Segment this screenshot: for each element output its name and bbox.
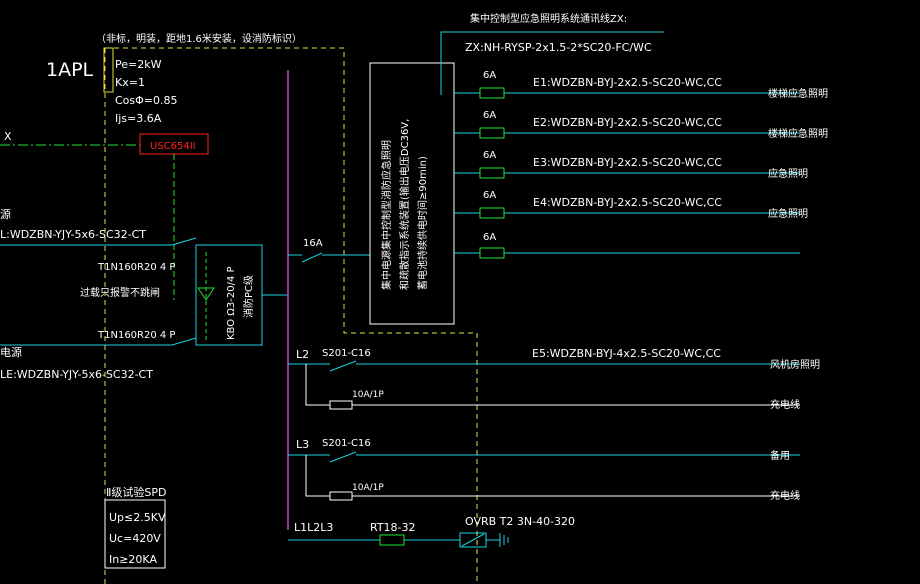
branch-l2-sub-breaker: 10A/1P: [352, 390, 384, 400]
feed2-cable: LE:WDZBN-YJY-5x6-SC32-CT: [0, 368, 153, 381]
panel-name: 1APL: [46, 59, 94, 81]
feed1-breaker: [171, 237, 197, 246]
branch-l3-sub-breaker: 10A/1P: [352, 483, 384, 493]
supply-breaker: [301, 252, 323, 263]
controller-line-2: 和疏散指示系统装置(输出电压DC36V,: [398, 119, 411, 290]
spd-param-in: In≥20KA: [109, 553, 157, 566]
feed2-tail: 电源: [0, 345, 22, 359]
spd-section: Ⅱ级试验SPD Up≤2.5KV Uc=420V In≥20KA L1L2L3 …: [104, 485, 575, 569]
panel-param-ijs: Ijs=3.6A: [115, 112, 162, 125]
spd-fuse-icon: [379, 534, 405, 546]
ats-sub-label: 消防PC级: [242, 275, 255, 318]
distribution-diagram: 1APL （非标，明装，距地1.6米安装，设消防标识） Pe=2kW Kx=1 …: [0, 12, 828, 584]
circuit2-cable: E2:WDZBN-BYJ-2x2.5-SC20-WC,CC: [533, 116, 722, 129]
feed1-cable: L:WDZBN-YJY-5x6-SC32-CT: [0, 228, 146, 241]
schematic-canvas: 1APL （非标，明装，距地1.6米安装，设消防标识） Pe=2kW Kx=1 …: [0, 0, 920, 584]
emergency-circuit-3: 6A E3:WDZBN-BYJ-2x2.5-SC20-WC,CC 应急照明: [454, 150, 808, 180]
emergency-circuit-2: 6A E2:WDZBN-BYJ-2x2.5-SC20-WC,CC 楼梯应急照明: [454, 110, 828, 140]
circuit1-fuse: 6A: [483, 70, 496, 81]
spd-param-uc: Uc=420V: [109, 532, 161, 545]
monitor-module-label: USC654II: [150, 141, 196, 152]
circuit4-cable: E4:WDZBN-BYJ-2x2.5-SC20-WC,CC: [533, 196, 722, 209]
breaker1-label: T1N160R20 4 P: [97, 262, 175, 273]
branch-l3-sub-load: 充电线: [770, 489, 800, 502]
spd-phase: L1L2L3: [294, 521, 333, 534]
supply-breaker-label: 16A: [303, 238, 323, 249]
branch-l2: L2 S201-C16 E5:WDZBN-BYJ-4x2.5-SC20-WC,C…: [288, 347, 820, 411]
feed2-breaker: [171, 337, 197, 346]
circuit3-load: 应急照明: [768, 167, 808, 180]
circuit1-load: 楼梯应急照明: [768, 87, 828, 100]
spd-param-up: Up≤2.5KV: [109, 511, 166, 524]
branch-l3-load: 备用: [770, 449, 790, 462]
panel-param-pe: Pe=2kW: [115, 58, 162, 71]
branch-l3-phase: L3: [296, 438, 309, 451]
panel-param-kx: Kx=1: [115, 76, 145, 89]
branch-l3-breaker: S201-C16: [322, 438, 371, 449]
comm-cable: ZX:NH-RYSP-2x1.5-2*SC20-FC/WC: [465, 41, 652, 54]
feed1-tail: 源: [0, 207, 11, 221]
spd-fuse: RT18-32: [370, 521, 416, 534]
circuit4-load: 应急照明: [768, 207, 808, 220]
spd-title: Ⅱ级试验SPD: [106, 485, 167, 499]
incoming-line-prefix: X: [4, 130, 12, 143]
controller-line-1: 集中电源集中控制型消防应急照明: [380, 140, 393, 290]
circuit2-fuse: 6A: [483, 110, 496, 121]
branch-l3: L3 S201-C16 备用 10A/1P 充电线: [288, 438, 800, 502]
circuit1-cable: E1:WDZBN-BYJ-2x2.5-SC20-WC,CC: [533, 76, 722, 89]
circuit2-load: 楼梯应急照明: [768, 127, 828, 140]
breaker2-label: T1N160R20 4 P: [97, 330, 175, 341]
comm-header: 集中控制型应急照明系统通讯线ZX:: [470, 12, 627, 25]
circuit4-fuse: 6A: [483, 190, 496, 201]
emergency-circuit-5: 6A: [454, 232, 800, 259]
install-note: （非标，明装，距地1.6米安装，设消防标识）: [96, 32, 302, 45]
controller-line-3: 蓄电池持续供电时间≥90min): [416, 156, 429, 290]
circuit3-cable: E3:WDZBN-BYJ-2x2.5-SC20-WC,CC: [533, 156, 722, 169]
branch-l2-breaker: S201-C16: [322, 348, 371, 359]
branch-l2-phase: L2: [296, 348, 309, 361]
circuit5-fuse: 6A: [483, 232, 496, 243]
branch-l2-load: 风机房照明: [770, 358, 820, 371]
emergency-circuit-1: 6A E1:WDZBN-BYJ-2x2.5-SC20-WC,CC 楼梯应急照明: [454, 70, 828, 100]
emergency-circuit-4: 6A E4:WDZBN-BYJ-2x2.5-SC20-WC,CC 应急照明: [454, 190, 808, 220]
panel-param-cos: CosΦ=0.85: [115, 94, 178, 107]
branch-l2-cable: E5:WDZBN-BYJ-4x2.5-SC20-WC,CC: [532, 347, 721, 360]
overload-note: 过载只报警不跳闸: [80, 286, 160, 299]
panel-boundary: [105, 47, 478, 584]
circuit3-fuse: 6A: [483, 150, 496, 161]
branch-l2-sub-load: 充电线: [770, 398, 800, 411]
ats-label: KBO Ω3-20/4 P: [226, 266, 237, 340]
spd-model: OVRB T2 3N-40-320: [465, 515, 575, 528]
